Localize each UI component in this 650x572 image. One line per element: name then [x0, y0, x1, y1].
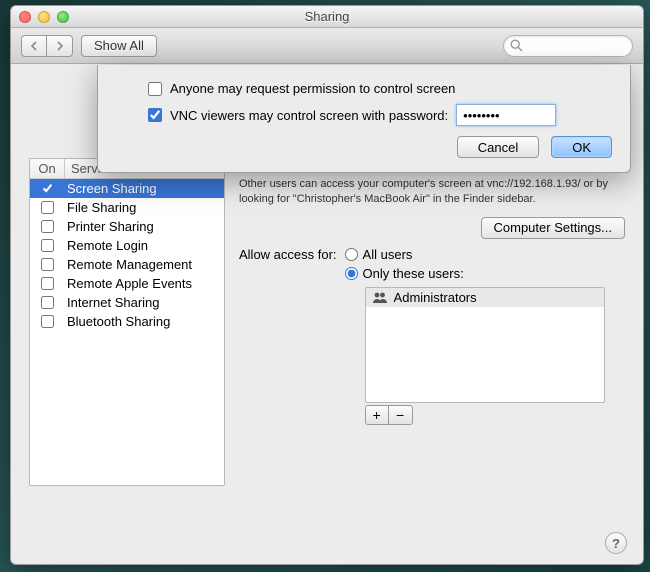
radio-all-users[interactable]: All users — [345, 247, 605, 262]
minimize-icon[interactable] — [38, 11, 50, 23]
nav-buttons — [21, 35, 73, 57]
vnc-row: VNC viewers may control screen with pass… — [116, 104, 612, 126]
anyone-checkbox[interactable] — [148, 82, 162, 96]
cancel-button[interactable]: Cancel — [457, 136, 539, 158]
user-list[interactable]: Administrators — [365, 287, 605, 403]
service-row[interactable]: Remote Apple Events — [30, 274, 224, 293]
service-row[interactable]: Remote Login — [30, 236, 224, 255]
group-icon — [372, 291, 388, 304]
close-icon[interactable] — [19, 11, 31, 23]
service-row[interactable]: Screen Sharing — [30, 179, 224, 198]
access-row: Allow access for: All users Only these u… — [239, 247, 625, 425]
service-list: On Service Screen SharingFile SharingPri… — [29, 158, 225, 486]
computer-settings-button[interactable]: Computer Settings... — [481, 217, 626, 239]
service-checkbox[interactable] — [41, 220, 54, 233]
search-wrap — [503, 35, 633, 57]
vnc-label: VNC viewers may control screen with pass… — [170, 108, 448, 123]
radio-only-these-input[interactable] — [345, 267, 358, 280]
service-label: Remote Management — [65, 257, 192, 272]
remove-user-button[interactable]: − — [389, 405, 413, 425]
service-label: Internet Sharing — [65, 295, 160, 310]
service-row[interactable]: Internet Sharing — [30, 293, 224, 312]
add-user-button[interactable]: + — [365, 405, 389, 425]
service-row[interactable]: Remote Management — [30, 255, 224, 274]
service-row[interactable]: Bluetooth Sharing — [30, 312, 224, 331]
anyone-row: Anyone may request permission to control… — [116, 81, 612, 96]
service-row[interactable]: File Sharing — [30, 198, 224, 217]
toolbar: Show All — [11, 28, 643, 64]
sheet-buttons: Cancel OK — [116, 136, 612, 158]
back-button[interactable] — [21, 35, 47, 57]
service-rows: Screen Sharing File Sharing Printer Sharin… — [30, 179, 224, 331]
service-row[interactable]: Printer Sharing — [30, 217, 224, 236]
computer-settings-sheet: Anyone may request permission to control… — [97, 65, 631, 173]
service-label: Bluetooth Sharing — [65, 314, 170, 329]
main-row: On Service Screen SharingFile SharingPri… — [29, 158, 625, 486]
status-description: Other users can access your computer's s… — [239, 177, 625, 207]
sharing-window: Sharing Show All Computer Edit... On Se — [10, 5, 644, 565]
service-label: File Sharing — [65, 200, 136, 215]
user-row[interactable]: Administrators — [366, 288, 604, 307]
service-label: Remote Login — [65, 238, 148, 253]
detail-pane: Screen Sharing: On Other users can acces… — [239, 158, 625, 486]
service-checkbox[interactable] — [41, 296, 54, 309]
user-add-remove: + − — [365, 405, 605, 425]
chevron-left-icon — [30, 41, 38, 51]
service-label: Remote Apple Events — [65, 276, 192, 291]
vnc-password-field[interactable] — [456, 104, 556, 126]
titlebar: Sharing — [11, 6, 643, 28]
forward-button[interactable] — [47, 35, 73, 57]
anyone-label: Anyone may request permission to control… — [170, 81, 455, 96]
user-label: Administrators — [394, 290, 477, 305]
access-radios: All users Only these users: Administrato… — [345, 247, 605, 425]
service-checkbox[interactable] — [41, 277, 54, 290]
radio-all-users-input[interactable] — [345, 248, 358, 261]
window-title: Sharing — [305, 9, 350, 24]
show-all-button[interactable]: Show All — [81, 35, 157, 57]
chevron-right-icon — [56, 41, 64, 51]
service-checkbox[interactable] — [41, 315, 54, 328]
access-label: Allow access for: — [239, 247, 337, 425]
header-on: On — [30, 159, 65, 178]
service-checkbox[interactable] — [41, 239, 54, 252]
radio-only-these[interactable]: Only these users: — [345, 266, 605, 281]
service-checkbox[interactable] — [41, 258, 54, 271]
service-label: Printer Sharing — [65, 219, 154, 234]
help-button[interactable]: ? — [605, 532, 627, 554]
window-controls — [19, 11, 69, 23]
vnc-checkbox[interactable] — [148, 108, 162, 122]
service-label: Screen Sharing — [65, 181, 157, 196]
service-checkbox[interactable] — [41, 182, 54, 195]
service-checkbox[interactable] — [41, 201, 54, 214]
search-icon — [510, 39, 523, 52]
ok-button[interactable]: OK — [551, 136, 612, 158]
zoom-icon[interactable] — [57, 11, 69, 23]
